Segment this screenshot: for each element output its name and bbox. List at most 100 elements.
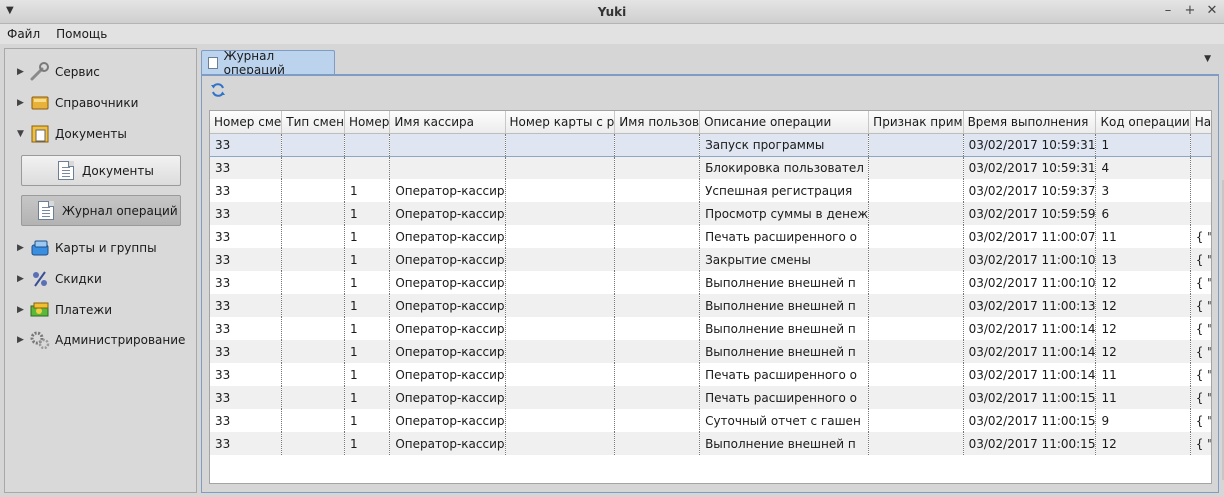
table-cell: [281, 409, 345, 432]
operations-table[interactable]: Номер сме Тип смен Номер Имя кассира Номер к…: [209, 110, 1212, 484]
table-row[interactable]: 33 1 Оператор-кассир Печать расширенного о 0…: [210, 363, 1211, 386]
minimize-icon[interactable]: –: [1162, 3, 1174, 18]
sidebar-item-discounts[interactable]: ▶ Скидки: [17, 268, 102, 290]
table-cell: { "com: [1190, 317, 1211, 340]
tab-list-dropdown-icon[interactable]: ▼: [1204, 54, 1211, 64]
sidebar-item-administration[interactable]: ▶ Администрирование: [17, 329, 185, 351]
operations-log-button[interactable]: Журнал операций: [21, 195, 181, 226]
table-cell: { "com: [1190, 409, 1211, 432]
column-header[interactable]: Номер карты с р: [505, 111, 616, 134]
sidebar-item-documents[interactable]: ▼ Документы: [17, 123, 127, 145]
window-title: Yuki: [597, 5, 627, 19]
sidebar-item-directories[interactable]: ▶ Справочники: [17, 92, 138, 114]
table-cell: Оператор-кассир: [389, 363, 506, 386]
maximize-icon[interactable]: +: [1184, 3, 1196, 18]
table-cell: [868, 317, 964, 340]
table-cell: [281, 386, 345, 409]
folder-documents-icon: [29, 124, 51, 144]
table-row[interactable]: 33 1 Оператор-кассир Суточный отчет с гашен…: [210, 409, 1211, 432]
table-cell: 3: [1095, 179, 1191, 202]
tab-operations-log[interactable]: Журнал операций: [201, 49, 335, 77]
table-row[interactable]: 33 1 Оператор-кассир Закрытие смены 03/02/20…: [210, 248, 1211, 271]
table-cell: { "repo: [1190, 363, 1211, 386]
sidebar-item-payments[interactable]: ▶ Платежи: [17, 299, 112, 321]
refresh-icon[interactable]: [210, 82, 226, 98]
column-header[interactable]: Описание операции: [699, 111, 870, 134]
title-bar: ▼ Yuki – + ✕: [0, 0, 1224, 24]
column-header[interactable]: Признак прим: [868, 111, 964, 134]
table-cell: Выполнение внешней п: [699, 271, 870, 294]
expand-arrow-icon[interactable]: ▶: [17, 243, 29, 253]
documents-button[interactable]: Документы: [21, 155, 181, 186]
table-cell: [614, 248, 701, 271]
expand-arrow-icon[interactable]: ▶: [17, 274, 29, 284]
sidebar-item-service[interactable]: ▶ Сервис: [17, 61, 100, 83]
expand-arrow-icon[interactable]: ▶: [17, 305, 29, 315]
table-cell: [281, 340, 345, 363]
table-cell: [868, 386, 964, 409]
table-cell: 11: [1095, 225, 1191, 248]
table-cell: 13: [1095, 248, 1191, 271]
sidebar-item-label: Скидки: [55, 272, 102, 286]
table-cell: 1: [344, 248, 391, 271]
table-cell: 33: [210, 409, 283, 432]
table-cell: [505, 202, 616, 225]
table-cell: [1190, 202, 1211, 225]
table-cell: Суточный отчет с гашен: [699, 409, 870, 432]
column-header[interactable]: Имя пользов: [614, 111, 701, 134]
column-header[interactable]: Имя кассира: [389, 111, 506, 134]
table-row[interactable]: 33 1 Оператор-кассир Выполнение внешней п 03…: [210, 317, 1211, 340]
table-cell: { "com: [1190, 432, 1211, 455]
table-cell: Печать расширенного о: [699, 363, 870, 386]
column-header[interactable]: Номер сме: [210, 111, 283, 134]
table-row[interactable]: 33 1 Оператор-кассир Выполнение внешней п 03…: [210, 294, 1211, 317]
column-header[interactable]: Назв: [1190, 111, 1211, 134]
table-row[interactable]: 33 1 Оператор-кассир Печать расширенного о 0…: [210, 225, 1211, 248]
column-header[interactable]: Тип смен: [281, 111, 345, 134]
table-cell: [281, 132, 345, 157]
table-cell: Оператор-кассир: [389, 386, 506, 409]
menu-help[interactable]: Помощь: [56, 27, 107, 41]
sidebar-item-label: Документы: [55, 127, 127, 141]
table-row[interactable]: 33 1 Оператор-кассир Выполнение внешней п 03…: [210, 340, 1211, 363]
table-cell: [614, 132, 701, 157]
table-cell: [614, 340, 701, 363]
table-cell: [281, 248, 345, 271]
table-row[interactable]: 33 1 Оператор-кассир Печать расширенного о 0…: [210, 386, 1211, 409]
sidebar-item-cards-groups[interactable]: ▶ Карты и группы: [17, 237, 157, 259]
close-icon[interactable]: ✕: [1206, 3, 1218, 18]
table-cell: [614, 432, 701, 455]
table-cell: { "com: [1190, 340, 1211, 363]
table-row[interactable]: 33 Запуск программы 03/02/2017 10:59:31 1: [210, 132, 1211, 157]
table-cell: Оператор-кассир: [389, 317, 506, 340]
table-row[interactable]: 33 Блокировка пользовател 03/02/2017 10:59…: [210, 156, 1211, 179]
table-cell: Оператор-кассир: [389, 179, 506, 202]
column-header[interactable]: Код операции: [1095, 111, 1191, 134]
collapse-arrow-icon[interactable]: ▼: [17, 129, 29, 139]
table-cell: [614, 179, 701, 202]
table-row[interactable]: 33 1 Оператор-кассир Просмотр суммы в денеж…: [210, 202, 1211, 225]
table-cell: [505, 340, 616, 363]
percent-icon: [29, 269, 51, 289]
table-row[interactable]: 33 1 Оператор-кассир Успешная регистрация 03…: [210, 179, 1211, 202]
column-header[interactable]: Время выполнения: [963, 111, 1097, 134]
table-row[interactable]: 33 1 Оператор-кассир Выполнение внешней п 03…: [210, 432, 1211, 455]
tab-content: Номер сме Тип смен Номер Имя кассира Номер к…: [201, 74, 1219, 493]
expand-arrow-icon[interactable]: ▶: [17, 98, 29, 108]
table-cell: 33: [210, 132, 283, 157]
menu-file[interactable]: Файл: [7, 27, 40, 41]
table-row[interactable]: 33 1 Оператор-кассир Выполнение внешней п 03…: [210, 271, 1211, 294]
table-cell: [281, 202, 345, 225]
table-cell: 1: [344, 432, 391, 455]
sidebar-item-label: Платежи: [55, 303, 113, 317]
table-cell: 4: [1095, 156, 1191, 179]
expand-arrow-icon[interactable]: ▶: [17, 335, 29, 345]
expand-arrow-icon[interactable]: ▶: [17, 67, 29, 77]
column-header[interactable]: Номер: [344, 111, 391, 134]
table-cell: 03/02/2017 11:00:14: [963, 363, 1097, 386]
table-cell: Просмотр суммы в денеж: [699, 202, 870, 225]
table-cell: { "repo: [1190, 225, 1211, 248]
table-cell: 1: [344, 271, 391, 294]
table-cell: 33: [210, 179, 283, 202]
table-cell: [505, 132, 616, 157]
